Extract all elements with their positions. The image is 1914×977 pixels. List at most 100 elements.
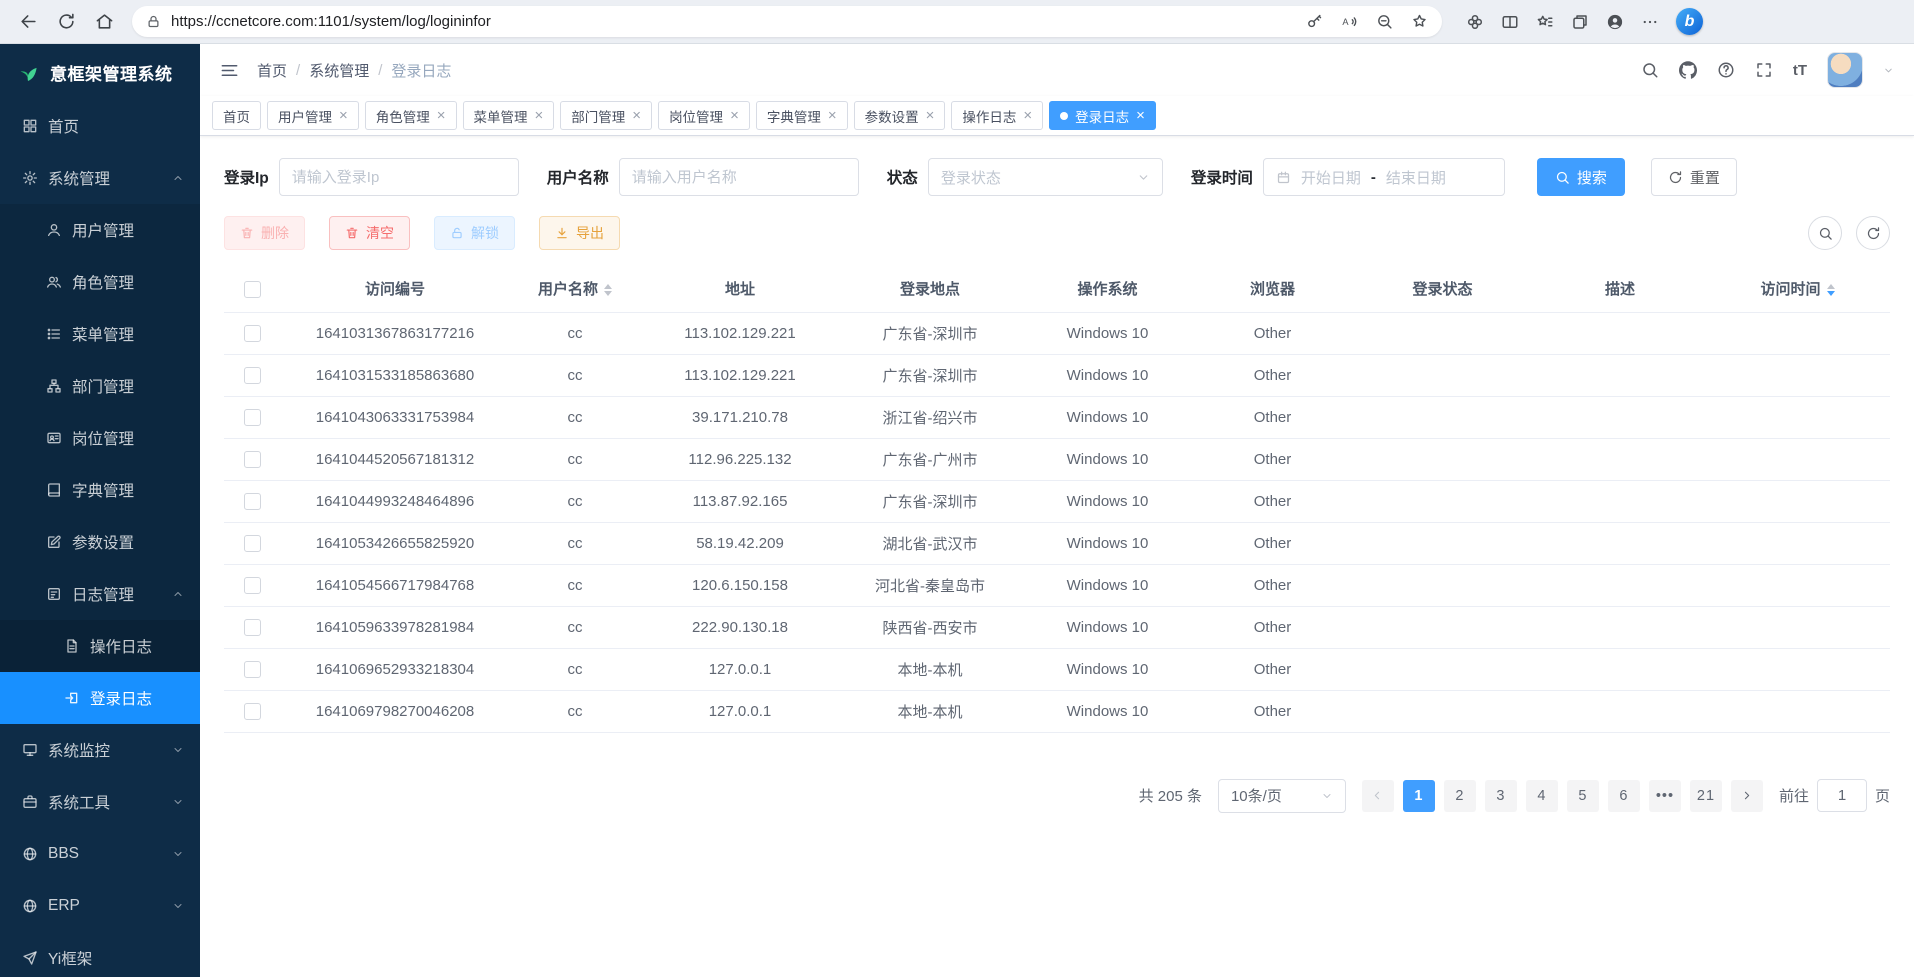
avatar-caret-icon[interactable] bbox=[1883, 65, 1894, 76]
prev-page-button[interactable] bbox=[1362, 780, 1394, 812]
row-checkbox[interactable] bbox=[244, 703, 261, 720]
tab-login-log[interactable]: 登录日志× bbox=[1049, 101, 1156, 130]
more-pages-button[interactable]: ••• bbox=[1649, 780, 1681, 812]
clear-button[interactable]: 清空 bbox=[329, 216, 410, 250]
tab-param-settings[interactable]: 参数设置× bbox=[854, 101, 946, 130]
browser-profile-icon[interactable] bbox=[1606, 13, 1624, 31]
font-size-icon[interactable]: tT bbox=[1793, 62, 1807, 79]
sort-icon[interactable] bbox=[1827, 284, 1835, 296]
header-search-icon[interactable] bbox=[1641, 61, 1659, 79]
row-checkbox[interactable] bbox=[244, 451, 261, 468]
page-button-1[interactable]: 1 bbox=[1403, 780, 1435, 812]
row-checkbox[interactable] bbox=[244, 535, 261, 552]
login-ip-input[interactable] bbox=[279, 158, 519, 196]
browser-refresh-icon[interactable] bbox=[50, 6, 82, 38]
page-jump-input[interactable] bbox=[1817, 779, 1867, 812]
delete-button[interactable]: 删除 bbox=[224, 216, 305, 250]
tab-post-mgmt[interactable]: 岗位管理× bbox=[658, 101, 750, 130]
split-screen-icon[interactable] bbox=[1501, 13, 1519, 31]
close-tab-icon[interactable]: × bbox=[535, 108, 544, 123]
login-time-range-picker[interactable]: 开始日期 - 结束日期 bbox=[1263, 158, 1505, 196]
row-checkbox[interactable] bbox=[244, 577, 261, 594]
site-info-icon[interactable] bbox=[146, 14, 161, 29]
sidebar-item-home[interactable]: 首页 bbox=[0, 100, 200, 152]
row-checkbox[interactable] bbox=[244, 619, 261, 636]
close-tab-icon[interactable]: × bbox=[1023, 108, 1032, 123]
page-button-4[interactable]: 4 bbox=[1526, 780, 1558, 812]
zoom-out-icon[interactable] bbox=[1376, 13, 1393, 30]
unlock-button[interactable]: 解锁 bbox=[434, 216, 515, 250]
export-button[interactable]: 导出 bbox=[539, 216, 620, 250]
sidebar-item-dict-mgmt[interactable]: 字典管理 bbox=[0, 464, 200, 516]
page-button-last[interactable]: 21 bbox=[1690, 780, 1722, 812]
page-button-5[interactable]: 5 bbox=[1567, 780, 1599, 812]
tab-op-log[interactable]: 操作日志× bbox=[951, 101, 1043, 130]
sidebar-item-erp[interactable]: ERP bbox=[0, 880, 200, 932]
sort-icon[interactable] bbox=[604, 284, 612, 296]
close-tab-icon[interactable]: × bbox=[730, 108, 739, 123]
tab-role-mgmt[interactable]: 角色管理× bbox=[365, 101, 457, 130]
column-header-1[interactable]: 用户名称 bbox=[510, 266, 640, 312]
sidebar-item-system-mgmt[interactable]: 系统管理 bbox=[0, 152, 200, 204]
user-avatar[interactable] bbox=[1827, 52, 1863, 88]
tab-dict-mgmt[interactable]: 字典管理× bbox=[756, 101, 848, 130]
user-name-input[interactable] bbox=[619, 158, 859, 196]
sidebar-item-bbs[interactable]: BBS bbox=[0, 828, 200, 880]
favorites-icon[interactable] bbox=[1536, 13, 1554, 31]
sidebar-item-post-mgmt[interactable]: 岗位管理 bbox=[0, 412, 200, 464]
close-tab-icon[interactable]: × bbox=[339, 108, 348, 123]
page-button-6[interactable]: 6 bbox=[1608, 780, 1640, 812]
page-button-3[interactable]: 3 bbox=[1485, 780, 1517, 812]
sidebar-item-system-monitor[interactable]: 系统监控 bbox=[0, 724, 200, 776]
sidebar-item-log-mgmt[interactable]: 日志管理 bbox=[0, 568, 200, 620]
app-logo[interactable]: 意框架管理系统 bbox=[0, 44, 200, 100]
next-page-button[interactable] bbox=[1731, 780, 1763, 812]
breadcrumb-item[interactable]: 系统管理 bbox=[309, 60, 369, 81]
row-checkbox[interactable] bbox=[244, 493, 261, 510]
tab-dept-mgmt[interactable]: 部门管理× bbox=[560, 101, 652, 130]
fullscreen-icon[interactable] bbox=[1755, 61, 1773, 79]
refresh-table-icon[interactable] bbox=[1856, 216, 1890, 250]
collections-icon[interactable] bbox=[1571, 13, 1589, 31]
tab-menu-mgmt[interactable]: 菜单管理× bbox=[463, 101, 555, 130]
select-all-checkbox[interactable] bbox=[244, 281, 261, 298]
add-favorite-icon[interactable] bbox=[1411, 13, 1428, 30]
close-tab-icon[interactable]: × bbox=[828, 108, 837, 123]
password-icon[interactable] bbox=[1306, 13, 1323, 30]
row-checkbox[interactable] bbox=[244, 325, 261, 342]
read-aloud-icon[interactable]: A bbox=[1341, 13, 1358, 30]
search-button[interactable]: 搜索 bbox=[1537, 158, 1625, 196]
column-header-8[interactable]: 访问时间 bbox=[1705, 266, 1890, 312]
sidebar-item-op-log[interactable]: 操作日志 bbox=[0, 620, 200, 672]
browser-essentials-icon[interactable] bbox=[1466, 13, 1484, 31]
row-checkbox[interactable] bbox=[244, 661, 261, 678]
tab-home[interactable]: 首页 bbox=[212, 101, 261, 130]
page-size-select[interactable]: 10条/页 bbox=[1218, 779, 1346, 813]
close-tab-icon[interactable]: × bbox=[437, 108, 446, 123]
browser-back-icon[interactable] bbox=[12, 6, 44, 38]
row-checkbox[interactable] bbox=[244, 409, 261, 426]
sidebar-item-user-mgmt[interactable]: 用户管理 bbox=[0, 204, 200, 256]
sidebar-item-yi-framework[interactable]: Yi框架 bbox=[0, 932, 200, 977]
sidebar-item-system-tools[interactable]: 系统工具 bbox=[0, 776, 200, 828]
show-search-icon[interactable] bbox=[1808, 216, 1842, 250]
reset-button[interactable]: 重置 bbox=[1651, 158, 1737, 196]
bing-icon[interactable]: b bbox=[1676, 8, 1703, 35]
close-tab-icon[interactable]: × bbox=[1136, 108, 1145, 123]
github-icon[interactable] bbox=[1679, 61, 1697, 79]
breadcrumb-item[interactable]: 首页 bbox=[257, 60, 287, 81]
help-icon[interactable] bbox=[1717, 61, 1735, 79]
close-tab-icon[interactable]: × bbox=[632, 108, 641, 123]
sidebar-item-menu-mgmt[interactable]: 菜单管理 bbox=[0, 308, 200, 360]
status-select[interactable]: 登录状态 bbox=[928, 158, 1163, 196]
browser-home-icon[interactable] bbox=[88, 6, 120, 38]
sidebar-item-login-log[interactable]: 登录日志 bbox=[0, 672, 200, 724]
page-button-2[interactable]: 2 bbox=[1444, 780, 1476, 812]
sidebar-item-role-mgmt[interactable]: 角色管理 bbox=[0, 256, 200, 308]
sidebar-item-dept-mgmt[interactable]: 部门管理 bbox=[0, 360, 200, 412]
tab-user-mgmt[interactable]: 用户管理× bbox=[267, 101, 359, 130]
browser-menu-icon[interactable] bbox=[1641, 13, 1659, 31]
close-tab-icon[interactable]: × bbox=[926, 108, 935, 123]
row-checkbox[interactable] bbox=[244, 367, 261, 384]
collapse-sidebar-icon[interactable] bbox=[220, 61, 239, 80]
